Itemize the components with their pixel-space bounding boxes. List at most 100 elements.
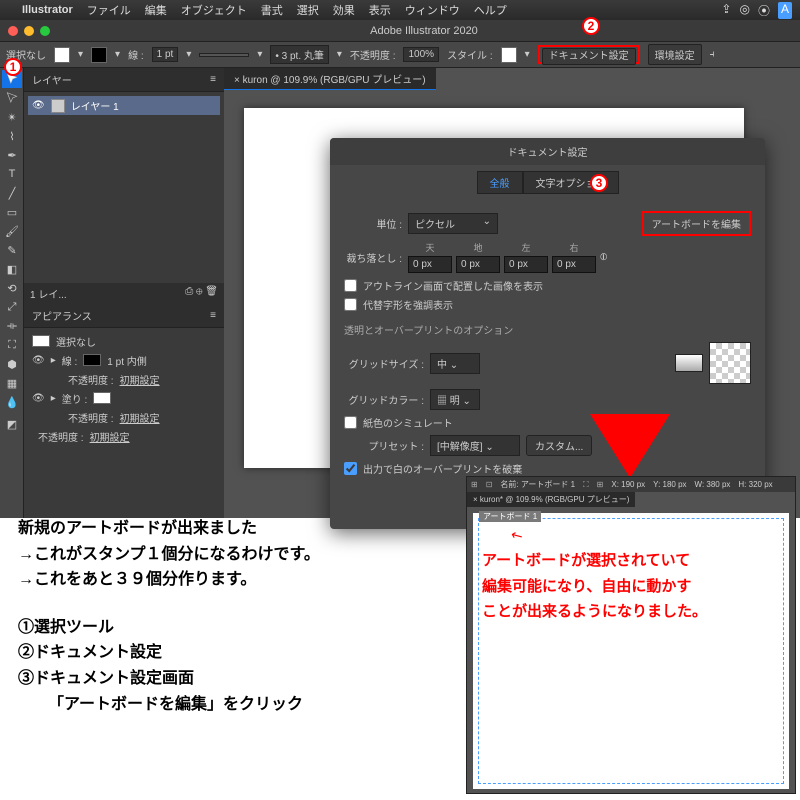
fill-color-swatch[interactable] [93, 392, 111, 404]
appearance-panel-header[interactable]: アピアランス≡ [24, 304, 224, 328]
menu-window[interactable]: ウィンドウ [405, 2, 460, 18]
stroke-color-swatch[interactable] [83, 354, 101, 366]
menu-edit[interactable]: 編集 [145, 2, 167, 18]
scale-tool[interactable]: ⤢ [2, 298, 22, 316]
fill-stroke-swatch[interactable]: ◩ [2, 412, 22, 436]
bleed-right-input[interactable]: 0 px [552, 256, 596, 273]
gradient-tool[interactable]: ▦ [2, 374, 22, 392]
eraser-tool[interactable]: ◧ [2, 260, 22, 278]
opacity-row-val[interactable]: 初期設定 [120, 372, 160, 387]
pen-tool[interactable]: ✒ [2, 146, 22, 164]
align-icon[interactable]: ⫞ [710, 49, 715, 60]
status-icon-3[interactable]: ⦿ [758, 2, 770, 19]
layer-name[interactable]: レイヤー 1 [71, 98, 119, 113]
rotate-tool[interactable]: ⟲ [2, 279, 22, 297]
free-transform-tool[interactable]: ⛶ [2, 336, 22, 354]
edit-artboards-button[interactable]: アートボードを編集 [642, 211, 751, 236]
mini-name[interactable]: 名前: アートボード 1 [500, 479, 575, 490]
direct-selection-tool[interactable] [2, 89, 22, 107]
macos-menubar: Illustrator ファイル 編集 オブジェクト 書式 選択 効果 表示 ウ… [0, 0, 800, 20]
bleed-left-input[interactable]: 0 px [504, 256, 548, 273]
magic-wand-tool[interactable]: ✴ [2, 108, 22, 126]
mini-h[interactable]: H: 320 px [738, 480, 772, 489]
fill-swatch[interactable] [54, 47, 70, 63]
outline-images-checkbox[interactable] [344, 279, 357, 292]
mini-document-tab[interactable]: × kuron* @ 109.9% (RGB/GPU プレビュー) [467, 492, 635, 507]
discard-white-overprint-checkbox[interactable] [344, 462, 357, 475]
grid-size-select[interactable]: 中 ⌄ [430, 353, 480, 374]
status-icon-2[interactable]: ◎ [739, 2, 749, 19]
simulate-paper-checkbox[interactable] [344, 416, 357, 429]
custom-button[interactable]: カスタム... [526, 435, 592, 456]
line-tool[interactable]: ╱ [2, 184, 22, 202]
prefs-button[interactable]: 環境設定 [648, 44, 702, 65]
opacity3-val[interactable]: 初期設定 [90, 429, 130, 444]
grid-preview-checker [709, 342, 751, 384]
fill-row-label: 塗り : [62, 391, 88, 406]
rectangle-tool[interactable]: ▭ [2, 203, 22, 221]
highlight-glyphs-label: 代替字形を強調表示 [363, 297, 453, 312]
callout-2: 2 [582, 17, 600, 35]
caption-l2: →これがスタンプ１個分になるわけです。 [18, 542, 448, 568]
grid-color-label: グリッドカラー : [344, 392, 424, 407]
mini-x[interactable]: X: 190 px [611, 480, 645, 489]
visibility-icon[interactable]: 👁 [32, 100, 45, 111]
doc-setup-button[interactable]: ドキュメント設定 [542, 48, 636, 65]
menu-select[interactable]: 選択 [297, 2, 319, 18]
left-panels: レイヤー≡ 👁 レイヤー 1 1 レイ... ⎙ ⊕ 🗑 アピアランス≡ 選択な… [24, 68, 224, 518]
callout-3: 3 [590, 174, 608, 192]
link-bleed-icon[interactable]: ⦶ [600, 252, 607, 263]
bleed-top-input[interactable]: 0 px [408, 256, 452, 273]
menu-view[interactable]: 表示 [369, 2, 391, 18]
mini-control-bar: ⊞⊡ 名前: アートボード 1 ⛶⊞ X: 190 px Y: 180 px W… [467, 477, 795, 492]
stroke-swatch[interactable] [91, 47, 107, 63]
artboard-edit-preview: ⊞⊡ 名前: アートボード 1 ⛶⊞ X: 190 px Y: 180 px W… [466, 476, 796, 794]
shaper-tool[interactable]: ✎ [2, 241, 22, 259]
preset-select[interactable]: [中解像度] ⌄ [430, 435, 520, 456]
zoom-icon[interactable] [40, 26, 50, 36]
type-tool[interactable]: T [2, 165, 22, 183]
opacity-input[interactable]: 100% [403, 47, 439, 62]
shape-builder-tool[interactable]: ⬢ [2, 355, 22, 373]
layer-row[interactable]: 👁 レイヤー 1 [28, 96, 220, 115]
brush-select[interactable]: • 3 pt. 丸筆 [270, 45, 329, 64]
grid-preview-light [675, 354, 703, 372]
status-icon-1[interactable]: ⇪ [721, 2, 731, 19]
layer-thumb [51, 99, 65, 113]
lasso-tool[interactable]: ⌇ [2, 127, 22, 145]
status-icon-4[interactable]: A [778, 2, 792, 19]
dialog-tab-general[interactable]: 全般 [477, 171, 523, 194]
appearance-panel: 選択なし 👁▸線 :1 pt 内側 不透明度 :初期設定 👁▸塗り : 不透明度… [24, 328, 224, 519]
close-icon[interactable] [8, 26, 18, 36]
unit-label: 単位 : [344, 216, 402, 231]
layer-actions[interactable]: ⎙ ⊕ 🗑 [185, 286, 218, 301]
menu-type[interactable]: 書式 [261, 2, 283, 18]
bleed-bottom-input[interactable]: 0 px [456, 256, 500, 273]
mini-y[interactable]: Y: 180 px [653, 480, 686, 489]
opacity2-val[interactable]: 初期設定 [120, 410, 160, 425]
stroke-weight-input[interactable]: 1 pt [152, 47, 179, 62]
brush-tool[interactable]: 🖌 [2, 222, 22, 240]
minimize-icon[interactable] [24, 26, 34, 36]
mini-w[interactable]: W: 380 px [695, 480, 731, 489]
appearance-swatch[interactable] [32, 335, 50, 347]
grid-color-select[interactable]: ▦ 明 ⌄ [430, 389, 480, 410]
layers-panel-header[interactable]: レイヤー≡ [24, 68, 224, 92]
document-tab[interactable]: × kuron @ 109.9% (RGB/GPU プレビュー) [224, 68, 436, 90]
app-name[interactable]: Illustrator [22, 4, 73, 16]
style-swatch[interactable] [501, 47, 517, 63]
stroke-row-val[interactable]: 1 pt 内側 [107, 353, 146, 368]
menu-help[interactable]: ヘルプ [474, 2, 507, 18]
highlight-glyphs-checkbox[interactable] [344, 298, 357, 311]
eyedropper-tool[interactable]: 💧 [2, 393, 22, 411]
menu-object[interactable]: オブジェクト [181, 2, 247, 18]
caption-s1: ①選択ツール [18, 615, 448, 641]
menu-file[interactable]: ファイル [87, 2, 131, 18]
menu-effect[interactable]: 効果 [333, 2, 355, 18]
stroke-profile[interactable] [199, 53, 249, 57]
control-bar: 選択なし ▾ ▾ 線 : 1 pt▾ ▾ • 3 pt. 丸筆▾ 不透明度 : … [0, 42, 800, 68]
unit-select[interactable]: ピクセル ⌄ [408, 213, 498, 234]
stroke-label: 線 : [128, 47, 144, 62]
opacity3-label: 不透明度 : [38, 429, 84, 444]
width-tool[interactable]: ⟛ [2, 317, 22, 335]
